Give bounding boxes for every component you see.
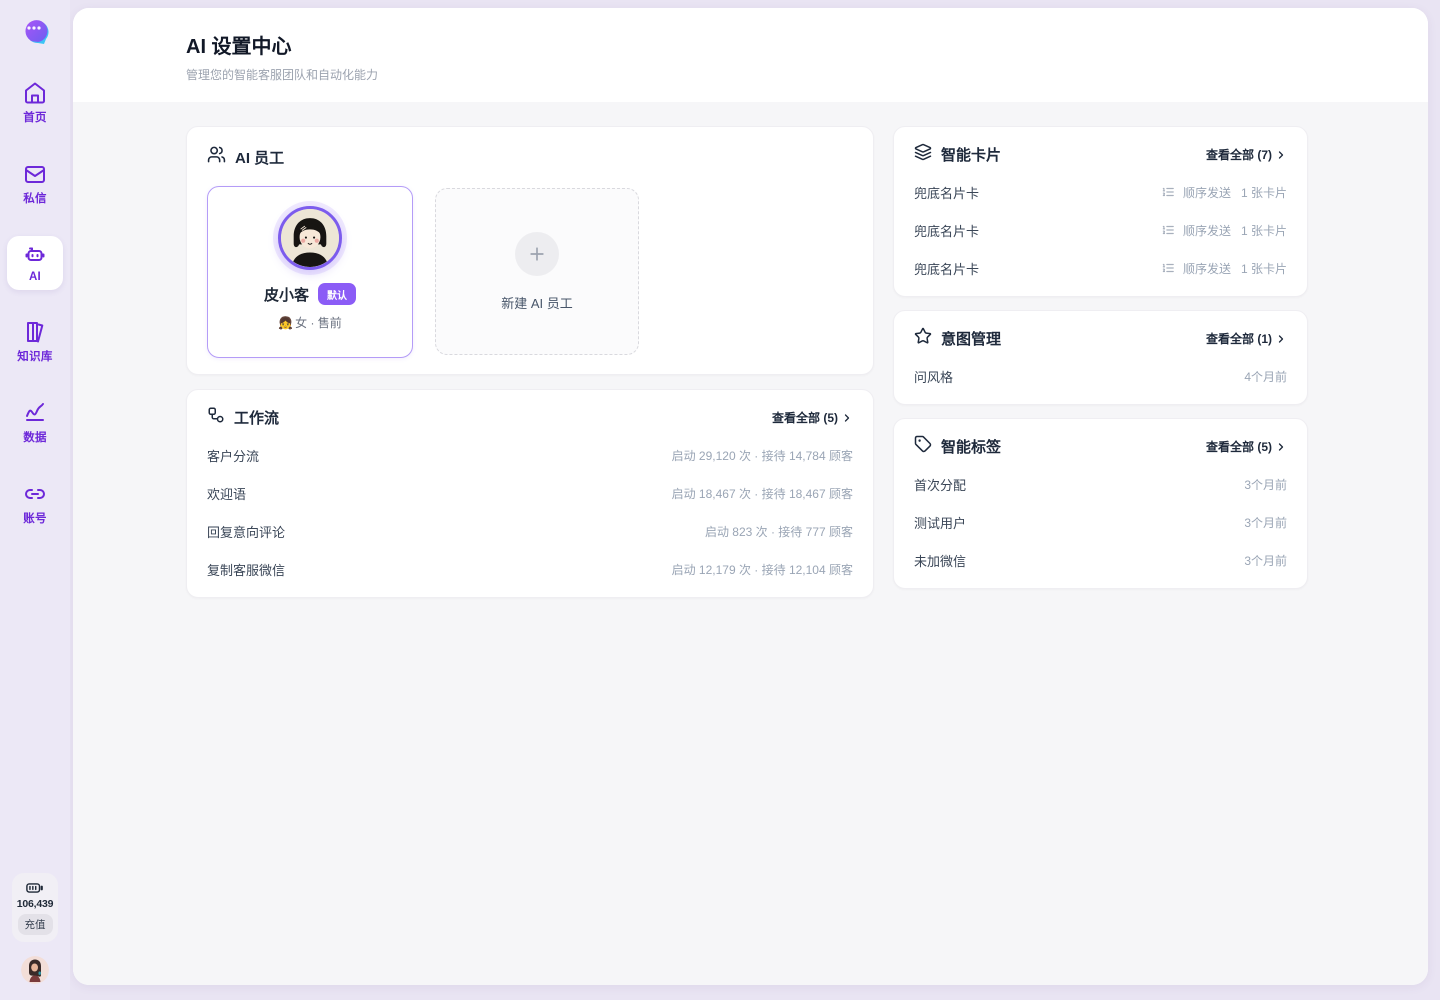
layers-icon bbox=[914, 143, 932, 166]
sidebar-item-messages[interactable]: 私信 bbox=[7, 155, 63, 213]
girl-emoji-icon: 👧 bbox=[278, 316, 293, 330]
battery-icon bbox=[26, 882, 44, 894]
smart-tags-header: 智能标签 查看全部 (5) bbox=[914, 435, 1287, 465]
sidebar-item-label: AI bbox=[29, 271, 41, 283]
page-subtitle: 管理您的智能客服团队和自动化能力 bbox=[186, 66, 1428, 83]
card-title: 意图管理 bbox=[941, 328, 1001, 349]
intent-row[interactable]: 问风格 4个月前 bbox=[914, 357, 1287, 395]
sidebar-item-ai[interactable]: AI bbox=[7, 236, 63, 290]
list-ordered-icon bbox=[1161, 261, 1175, 275]
ai-employees-card: AI 员工 bbox=[186, 126, 874, 375]
sidebar: 首页 私信 AI 知识库 数据 bbox=[0, 0, 70, 1000]
chevron-right-icon bbox=[841, 412, 853, 424]
sidebar-footer: 106,439 充值 bbox=[12, 873, 58, 984]
smart-card-row[interactable]: 兜底名片卡 顺序发送 1 张卡片 bbox=[914, 211, 1287, 249]
new-employee-button[interactable]: 新建 AI 员工 bbox=[435, 188, 639, 355]
workflow-row[interactable]: 欢迎语 启动 18,467 次 · 接待 18,467 顾客 bbox=[207, 474, 853, 512]
smart-tags-card: 智能标签 查看全部 (5) 首次分配 3个月前 测试用户 3个月前 未加微信 bbox=[893, 418, 1308, 589]
books-icon bbox=[23, 320, 47, 344]
list-ordered-icon bbox=[1161, 223, 1175, 237]
employees-list: 皮小客 默认 👧 女 · 售前 新建 AI 员工 bbox=[207, 186, 853, 358]
sidebar-item-home[interactable]: 首页 bbox=[7, 74, 63, 132]
app-logo-icon[interactable] bbox=[19, 14, 51, 46]
home-icon bbox=[23, 81, 47, 105]
sidebar-nav: 首页 私信 AI 知识库 数据 bbox=[7, 74, 63, 533]
smart-tag-row[interactable]: 未加微信 3个月前 bbox=[914, 541, 1287, 579]
sidebar-item-data[interactable]: 数据 bbox=[7, 394, 63, 452]
user-avatar[interactable] bbox=[21, 956, 49, 984]
workflow-row[interactable]: 回复意向评论 启动 823 次 · 接待 777 顾客 bbox=[207, 512, 853, 550]
employee-avatar bbox=[278, 206, 342, 270]
smart-cards-card: 智能卡片 查看全部 (7) 兜底名片卡 顺序发送 1 张卡片 bbox=[893, 126, 1308, 297]
workflow-row[interactable]: 复制客服微信 启动 12,179 次 · 接待 12,104 顾客 bbox=[207, 550, 853, 588]
mail-icon bbox=[23, 162, 47, 186]
employee-meta-text: 女 · 售前 bbox=[295, 314, 342, 331]
card-title: 工作流 bbox=[234, 407, 279, 428]
page-header: AI 设置中心 管理您的智能客服团队和自动化能力 bbox=[73, 8, 1428, 102]
smart-tag-row[interactable]: 测试用户 3个月前 bbox=[914, 503, 1287, 541]
page-title: AI 设置中心 bbox=[186, 30, 1428, 59]
workflow-icon bbox=[207, 406, 225, 429]
card-title: AI 员工 bbox=[235, 147, 284, 168]
recharge-button[interactable]: 充值 bbox=[18, 914, 53, 935]
card-title: 智能标签 bbox=[941, 436, 1001, 457]
sidebar-item-label: 知识库 bbox=[17, 348, 52, 364]
left-column: AI 员工 bbox=[186, 126, 874, 598]
chevron-right-icon bbox=[1275, 149, 1287, 161]
smart-cards-view-all-link[interactable]: 查看全部 (7) bbox=[1206, 146, 1287, 163]
star-icon bbox=[914, 327, 932, 350]
employee-name: 皮小客 bbox=[264, 284, 309, 305]
sidebar-item-label: 私信 bbox=[23, 190, 47, 206]
plus-icon bbox=[515, 232, 559, 276]
content-area: AI 员工 bbox=[73, 102, 1428, 985]
workflows-view-all-link[interactable]: 查看全部 (5) bbox=[772, 409, 853, 426]
workflow-row[interactable]: 客户分流 启动 29,120 次 · 接待 14,784 顾客 bbox=[207, 436, 853, 474]
ai-employees-header: AI 员工 bbox=[207, 145, 853, 169]
sidebar-item-label: 数据 bbox=[23, 429, 47, 445]
link-icon bbox=[23, 482, 47, 506]
smart-tag-row[interactable]: 首次分配 3个月前 bbox=[914, 465, 1287, 503]
chevron-right-icon bbox=[1275, 333, 1287, 345]
main-panel: AI 设置中心 管理您的智能客服团队和自动化能力 AI 员工 bbox=[73, 8, 1428, 985]
smart-tags-view-all-link[interactable]: 查看全部 (5) bbox=[1206, 438, 1287, 455]
intents-view-all-link[interactable]: 查看全部 (1) bbox=[1206, 330, 1287, 347]
chart-line-icon bbox=[23, 401, 47, 425]
list-ordered-icon bbox=[1161, 185, 1175, 199]
sidebar-item-label: 首页 bbox=[23, 109, 47, 125]
new-employee-label: 新建 AI 员工 bbox=[501, 293, 573, 312]
intents-card: 意图管理 查看全部 (1) 问风格 4个月前 bbox=[893, 310, 1308, 405]
sidebar-item-label: 账号 bbox=[23, 510, 47, 526]
credits-amount: 106,439 bbox=[17, 898, 54, 910]
card-title: 智能卡片 bbox=[941, 144, 1001, 165]
smart-card-row[interactable]: 兜底名片卡 顺序发送 1 张卡片 bbox=[914, 249, 1287, 287]
chevron-right-icon bbox=[1275, 441, 1287, 453]
sidebar-item-account[interactable]: 账号 bbox=[7, 475, 63, 533]
employee-card[interactable]: 皮小客 默认 👧 女 · 售前 bbox=[207, 186, 413, 358]
workflows-header: 工作流 查看全部 (5) bbox=[207, 406, 853, 436]
smart-card-row[interactable]: 兜底名片卡 顺序发送 1 张卡片 bbox=[914, 173, 1287, 211]
credits-box: 106,439 充值 bbox=[12, 873, 58, 942]
tag-icon bbox=[914, 435, 932, 458]
smart-cards-header: 智能卡片 查看全部 (7) bbox=[914, 143, 1287, 173]
right-column: 智能卡片 查看全部 (7) 兜底名片卡 顺序发送 1 张卡片 bbox=[893, 126, 1308, 589]
sidebar-item-knowledge[interactable]: 知识库 bbox=[7, 313, 63, 371]
robot-icon bbox=[23, 243, 47, 267]
users-icon bbox=[207, 145, 226, 169]
default-badge: 默认 bbox=[318, 283, 356, 305]
workflows-card: 工作流 查看全部 (5) 客户分流 启动 29,120 次 · 接待 14,78… bbox=[186, 389, 874, 598]
intents-header: 意图管理 查看全部 (1) bbox=[914, 327, 1287, 357]
